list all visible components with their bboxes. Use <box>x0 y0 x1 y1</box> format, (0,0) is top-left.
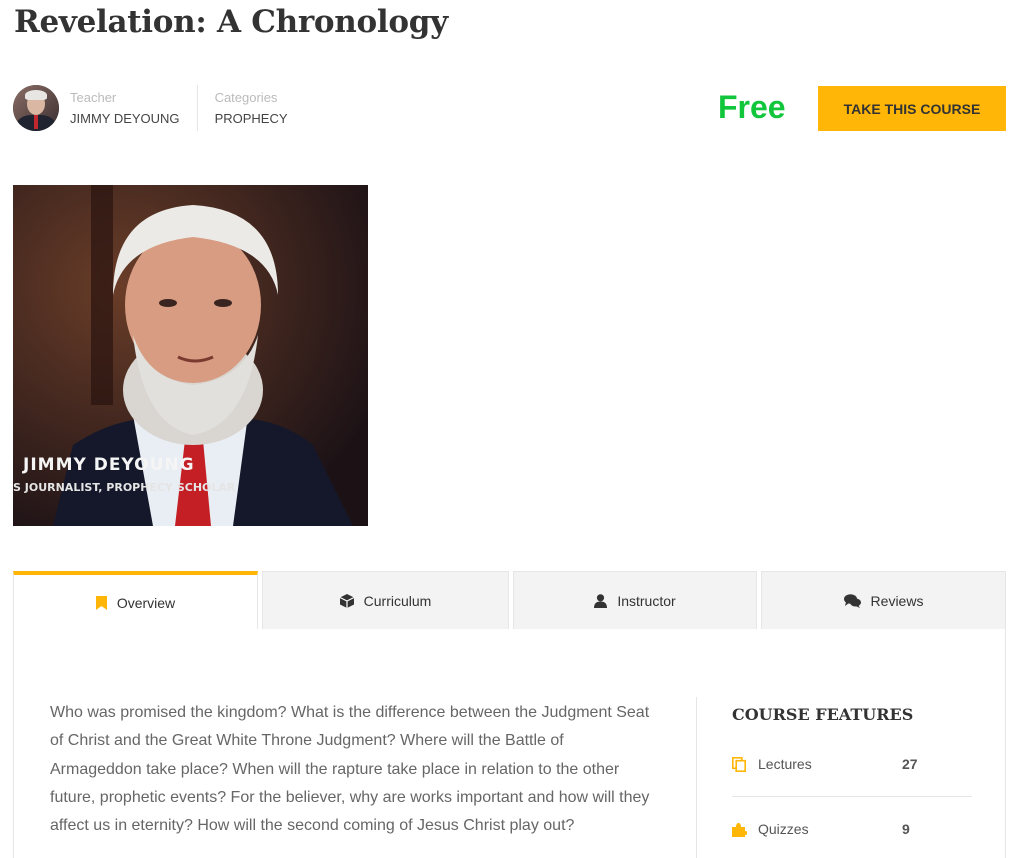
course-tabs: Overview Curriculum Instructor Reviews <box>13 571 1006 630</box>
category-link[interactable]: PROPHECY <box>215 111 288 127</box>
tab-overview-label: Overview <box>116 594 176 611</box>
feature-lectures: Lectures 27 <box>732 749 972 779</box>
tab-instructor-label: Instructor <box>617 592 676 609</box>
tab-overview[interactable]: Overview <box>13 571 258 630</box>
course-thumbnail: JIMMY DEYOUNG S JOURNALIST, PROPHECY SCH… <box>13 185 368 526</box>
feature-quizzes-label: Quizzes <box>758 821 809 837</box>
teacher-name-link[interactable]: JIMMY DEYOUNG <box>70 111 180 127</box>
feature-divider <box>732 796 972 797</box>
tab-reviews[interactable]: Reviews <box>761 571 1006 630</box>
meta-divider <box>196 85 198 131</box>
course-meta: Teacher JIMMY DEYOUNG Categories PROPHEC… <box>13 85 288 131</box>
portrait-sub-caption: S JOURNALIST, PROPHECY SCHOLAR <box>13 481 236 494</box>
copy-icon <box>732 756 748 772</box>
teacher-avatar[interactable] <box>13 85 59 131</box>
feature-quizzes: Quizzes 9 <box>732 814 972 844</box>
category-label: Categories <box>214 89 278 105</box>
course-title: Revelation: A Chronology <box>14 4 448 40</box>
feature-quizzes-value: 9 <box>902 821 910 837</box>
tab-instructor[interactable]: Instructor <box>513 571 757 630</box>
overview-description: Who was promised the kingdom? What is th… <box>50 704 650 835</box>
course-features-title: COURSE FEATURES <box>732 705 914 724</box>
tab-curriculum-label: Curriculum <box>363 592 432 609</box>
comments-icon <box>843 593 861 608</box>
user-icon <box>594 593 608 608</box>
bookmark-icon <box>95 595 107 610</box>
portrait-name-caption: JIMMY DEYOUNG <box>23 455 195 475</box>
cube-icon <box>339 593 354 608</box>
tab-reviews-label: Reviews <box>870 592 924 609</box>
tab-curriculum[interactable]: Curriculum <box>262 571 509 630</box>
overview-panel: Who was promised the kingdom? What is th… <box>13 629 1006 858</box>
panel-divider <box>696 697 697 858</box>
feature-lectures-label: Lectures <box>758 756 812 772</box>
take-course-button[interactable]: TAKE THIS COURSE <box>818 86 1006 131</box>
puzzle-icon <box>732 822 748 837</box>
teacher-info: Teacher JIMMY DEYOUNG <box>70 90 180 127</box>
teacher-label: Teacher <box>70 89 117 105</box>
category-info: Categories PROPHECY <box>215 90 288 127</box>
course-price: Free <box>718 89 786 125</box>
feature-lectures-value: 27 <box>902 756 918 772</box>
